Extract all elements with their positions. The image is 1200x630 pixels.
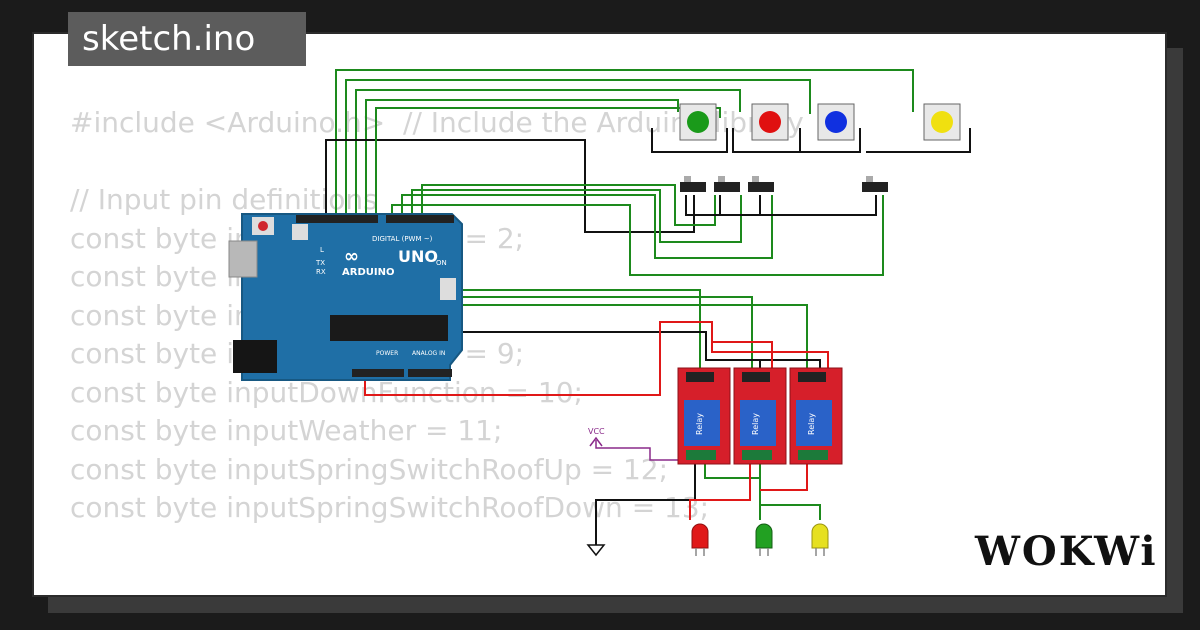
infinity-logo-icon: ∞: [344, 246, 359, 267]
ground-symbol[interactable]: [586, 544, 606, 557]
rx-label: RX: [316, 268, 326, 276]
atmega-chip: [330, 315, 448, 341]
vcc-label: VCC: [588, 427, 605, 436]
icsp-header: [292, 224, 308, 240]
relay-modules: Relay Relay Relay: [677, 367, 843, 465]
arduino-label: ARDUINO: [342, 267, 394, 278]
header-power: [352, 369, 404, 377]
leds: [691, 523, 829, 556]
relay-module-2[interactable]: Relay: [733, 367, 787, 465]
button-cap-icon: [687, 111, 709, 133]
led-green[interactable]: [755, 523, 773, 556]
power-label: POWER: [376, 350, 398, 357]
button-cap-icon: [931, 111, 953, 133]
relay-label: Relay: [807, 413, 816, 435]
button-cap-icon: [825, 111, 847, 133]
slide-switch-2[interactable]: [714, 176, 740, 192]
header-digital-low: [386, 215, 454, 223]
ground-icon: [586, 544, 606, 557]
slide-switch-4[interactable]: [862, 176, 888, 192]
header-analog: [408, 369, 452, 377]
slide-switches: [680, 176, 888, 192]
tx-label: TX: [315, 259, 325, 267]
slide-switch-1[interactable]: [680, 176, 706, 192]
led-yellow[interactable]: [811, 523, 829, 556]
button-cap-icon: [759, 111, 781, 133]
reset-icon: [258, 221, 268, 231]
relay-label: Relay: [695, 413, 704, 435]
digital-label: DIGITAL (PWM ~): [372, 235, 433, 243]
pushbutton-blue[interactable]: [817, 103, 855, 141]
relay-module-1[interactable]: Relay: [677, 367, 731, 465]
power-jack: [233, 340, 277, 373]
pushbuttons: [679, 103, 961, 141]
on-label: ON: [436, 259, 447, 267]
pushbutton-red[interactable]: [751, 103, 789, 141]
led-red[interactable]: [691, 523, 709, 556]
icsp-header-2: [440, 278, 456, 300]
wokwi-logo: WOKWi: [975, 528, 1158, 575]
l-label: L: [320, 246, 324, 254]
usb-port: [228, 240, 258, 278]
arduino-uno-board[interactable]: DIGITAL (PWM ~) UNO ARDUINO ∞ ON TX RX L…: [228, 213, 463, 381]
pushbutton-yellow[interactable]: [923, 103, 961, 141]
pushbutton-green[interactable]: [679, 103, 717, 141]
relay-label: Relay: [751, 413, 760, 435]
header-digital-high: [296, 215, 378, 223]
slide-switch-3[interactable]: [748, 176, 774, 192]
uno-label: UNO: [398, 247, 438, 266]
relay-module-3[interactable]: Relay: [789, 367, 843, 465]
analog-label: ANALOG IN: [412, 350, 445, 357]
